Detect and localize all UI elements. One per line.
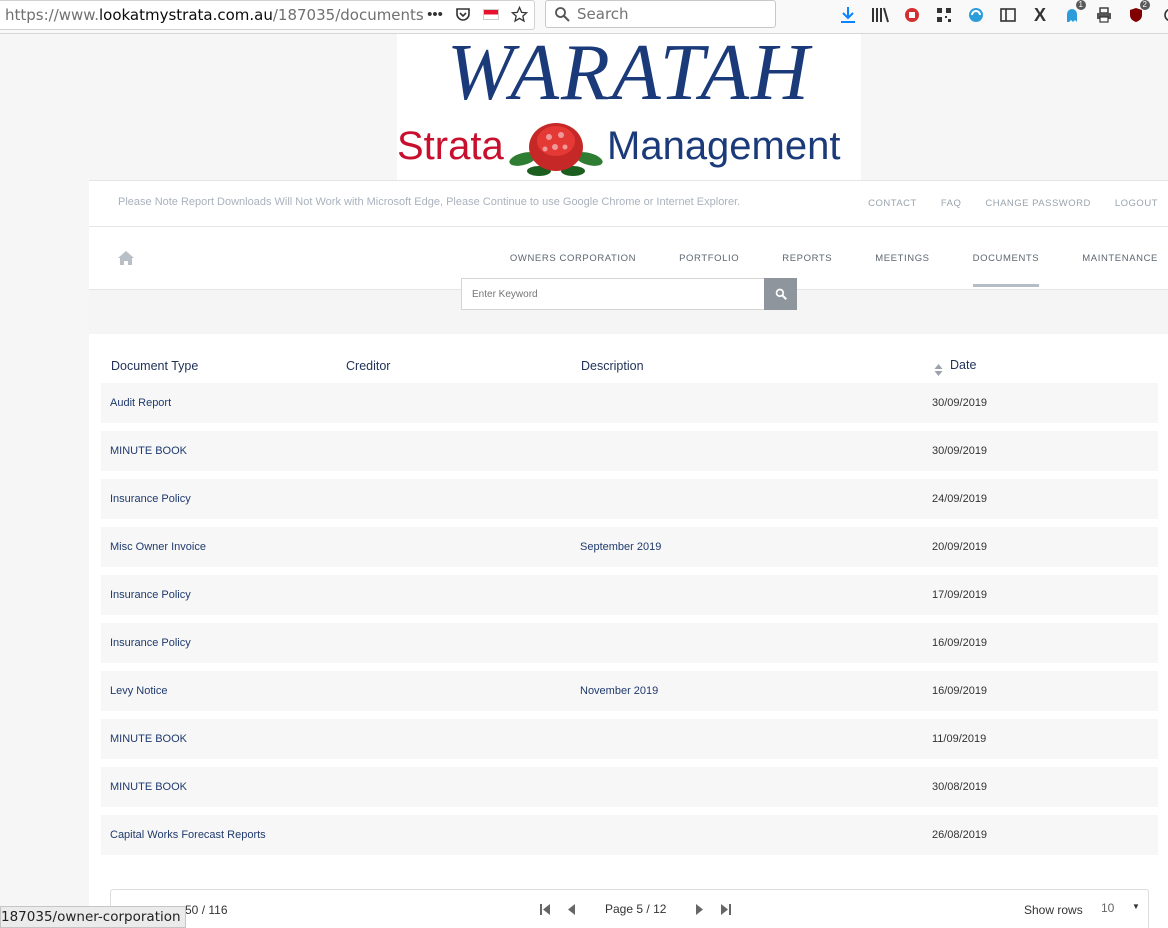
keyword-search-button[interactable] <box>764 278 797 310</box>
header-description[interactable]: Description <box>581 359 644 373</box>
table-row[interactable]: Levy Notice November 2019 16/09/2019 <box>101 671 1158 711</box>
cell-date: 20/09/2019 <box>932 541 988 553</box>
cell-date: 26/08/2019 <box>932 829 988 841</box>
page-actions-icon[interactable]: ••• <box>426 5 444 23</box>
table-row[interactable]: Insurance Policy 17/09/2019 <box>101 575 1158 615</box>
nav-documents[interactable]: DOCUMENTS <box>972 227 1040 290</box>
cell-date: 11/09/2019 <box>932 733 987 745</box>
download-icon[interactable] <box>836 4 860 26</box>
sidebar-icon[interactable] <box>996 4 1020 26</box>
waratah-flower-icon <box>509 123 603 176</box>
top-links: CONTACT FAQ CHANGE PASSWORD LOGOUT <box>868 198 1158 209</box>
cell-date: 24/09/2019 <box>932 493 988 505</box>
cell-document-type[interactable]: Insurance Policy <box>110 493 191 505</box>
table-row[interactable]: MINUTE BOOK 30/09/2019 <box>101 431 1158 471</box>
cell-document-type[interactable]: Insurance Policy <box>110 637 191 649</box>
search-icon <box>555 7 570 22</box>
sync-icon[interactable] <box>964 4 988 26</box>
header-creditor[interactable]: Creditor <box>346 359 390 373</box>
chevron-down-icon[interactable]: ▼ <box>1132 902 1140 911</box>
logo-strata: Strata <box>397 124 504 168</box>
ublock-badge: 2 <box>1139 0 1150 10</box>
logo-title: WARATAH <box>447 29 811 117</box>
table-row[interactable]: Audit Report 30/09/2019 <box>101 383 1158 423</box>
table-row[interactable]: Capital Works Forecast Reports 26/08/2019 <box>101 815 1158 855</box>
cell-date: 16/09/2019 <box>932 637 988 649</box>
cell-date: 30/09/2019 <box>932 445 988 457</box>
cell-document-type[interactable]: Levy Notice <box>110 685 167 697</box>
address-bar[interactable]: https://www.lookatmystrata.com.au/187035… <box>0 0 535 30</box>
bookmark-star-icon[interactable] <box>510 5 528 23</box>
cell-document-type[interactable]: Misc Owner Invoice <box>110 541 206 553</box>
table-row[interactable]: MINUTE BOOK 11/09/2019 <box>101 719 1158 759</box>
search-placeholder: Search <box>577 5 629 23</box>
extension-red-icon[interactable] <box>900 4 924 26</box>
pocket-icon[interactable] <box>454 5 472 23</box>
url-text: https://www.lookatmystrata.com.au/187035… <box>5 6 424 24</box>
faq-link[interactable]: FAQ <box>941 198 962 209</box>
browser-search[interactable]: Search <box>545 0 776 28</box>
cell-date: 16/09/2019 <box>932 685 988 697</box>
qr-code-icon[interactable] <box>932 4 956 26</box>
print-icon[interactable] <box>1092 4 1116 26</box>
rows-per-page-select[interactable]: 10 <box>1101 901 1114 915</box>
notification-badge: 1 <box>1075 0 1086 10</box>
cell-document-type[interactable]: MINUTE BOOK <box>110 781 187 793</box>
cell-description: September 2019 <box>580 541 662 553</box>
prev-page-icon[interactable] <box>565 902 577 916</box>
table-row[interactable]: Insurance Policy 24/09/2019 <box>101 479 1158 519</box>
cell-document-type[interactable]: MINUTE BOOK <box>110 733 187 745</box>
cell-document-type[interactable]: Capital Works Forecast Reports <box>110 829 266 841</box>
cell-document-type[interactable]: Audit Report <box>110 397 171 409</box>
record-count: 50 / 116 <box>185 903 228 917</box>
cell-date: 30/08/2019 <box>932 781 988 793</box>
ublock-icon[interactable]: 2 <box>1124 0 1150 26</box>
logo-management: Management <box>607 124 841 168</box>
ghost-extension-icon[interactable]: 1 <box>1060 0 1086 26</box>
page-indicator: Page 5 / 12 <box>605 902 667 916</box>
status-url-tooltip: 187035/owner-corporation <box>0 906 186 928</box>
last-page-icon[interactable] <box>720 902 732 916</box>
cell-document-type[interactable]: MINUTE BOOK <box>110 445 187 457</box>
rows-per-page-label: Show rows <box>1024 903 1083 917</box>
contact-link[interactable]: CONTACT <box>868 198 917 209</box>
flag-icon[interactable] <box>482 5 500 23</box>
header-date[interactable]: Date <box>950 358 976 372</box>
first-page-icon[interactable] <box>539 902 551 916</box>
notice-bar: Please Note Report Downloads Will Not Wo… <box>89 180 1168 227</box>
logout-link[interactable]: LOGOUT <box>1115 198 1158 209</box>
sort-icon[interactable] <box>934 364 943 376</box>
home-icon[interactable] <box>118 251 134 265</box>
x-extension-icon[interactable]: X <box>1028 4 1052 26</box>
search-icon <box>775 288 787 300</box>
change-password-link[interactable]: CHANGE PASSWORD <box>985 198 1091 209</box>
cell-date: 17/09/2019 <box>932 589 988 601</box>
nav-maintenance[interactable]: MAINTENANCE <box>1082 227 1158 290</box>
account-icon[interactable] <box>1156 4 1168 26</box>
library-icon[interactable] <box>868 4 892 26</box>
cell-document-type[interactable]: Insurance Policy <box>110 589 191 601</box>
next-page-icon[interactable] <box>694 902 706 916</box>
cell-description: November 2019 <box>580 685 659 697</box>
cell-date: 30/09/2019 <box>932 397 988 409</box>
table-row[interactable]: Insurance Policy 16/09/2019 <box>101 623 1158 663</box>
header-document-type[interactable]: Document Type <box>111 359 198 373</box>
notice-text: Please Note Report Downloads Will Not Wo… <box>118 196 741 208</box>
table-row[interactable]: Misc Owner Invoice September 2019 20/09/20… <box>101 527 1158 567</box>
waratah-logo: WARATAH Strata Management <box>397 29 861 180</box>
table-row[interactable]: MINUTE BOOK 30/08/2019 <box>101 767 1158 807</box>
keyword-search-input[interactable] <box>461 278 765 310</box>
paginator: 50 / 116 Page 5 / 12 Show rows 10 ▼ <box>110 889 1149 928</box>
nav-meetings[interactable]: MEETINGS <box>875 227 929 290</box>
